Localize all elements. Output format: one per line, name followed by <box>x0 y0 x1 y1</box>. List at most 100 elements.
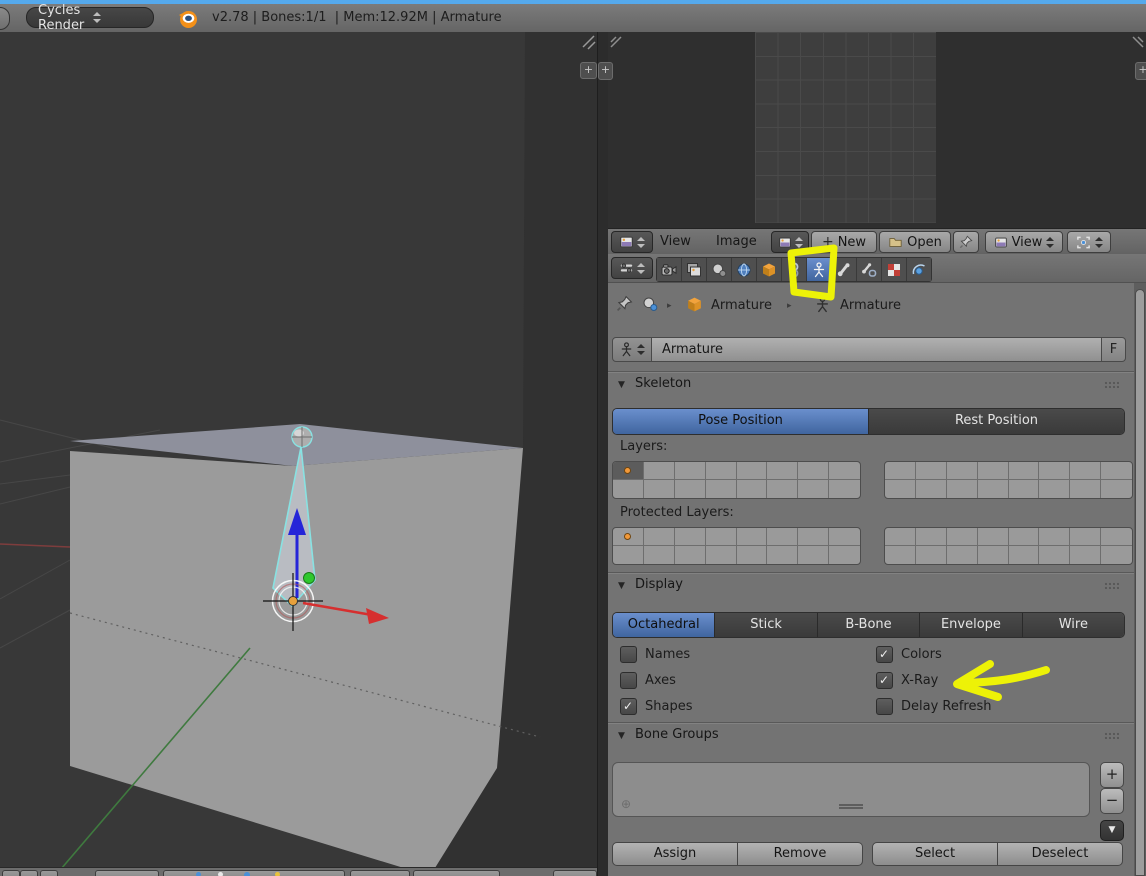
partial-header-button[interactable] <box>2 870 20 876</box>
layer-cell[interactable] <box>977 528 1009 546</box>
pivot-dropdown[interactable] <box>1067 231 1111 253</box>
layer-cell[interactable] <box>767 480 799 498</box>
partial-header-button[interactable] <box>553 870 597 876</box>
layer-cell[interactable] <box>1070 462 1102 480</box>
list-resize-grip[interactable] <box>839 804 863 809</box>
area-corner-widget[interactable] <box>609 35 623 49</box>
layer-cell[interactable] <box>978 546 1009 564</box>
uv-image-editor[interactable]: + <box>608 32 1146 228</box>
breadcrumb-data[interactable]: Armature <box>840 298 901 313</box>
editor-type-dropdown[interactable] <box>611 257 653 279</box>
image-menu[interactable]: Image <box>716 234 757 249</box>
scrollbar-thumb[interactable] <box>1135 289 1145 876</box>
layer-cell[interactable] <box>1009 546 1040 564</box>
layer-cell[interactable] <box>829 546 860 564</box>
layer-cell[interactable] <box>613 480 644 498</box>
stick-button[interactable]: Stick <box>715 613 818 637</box>
layer-cell[interactable] <box>885 462 916 480</box>
viewport-expand-plus-button[interactable]: + <box>580 62 597 79</box>
pin-button[interactable] <box>953 231 979 253</box>
layer-cell[interactable] <box>737 546 768 564</box>
layer-cell[interactable] <box>947 546 978 564</box>
layer-cell[interactable] <box>736 528 768 546</box>
layer-cell[interactable] <box>705 462 737 480</box>
layer-cell[interactable] <box>829 480 860 498</box>
pose-position-button[interactable]: Pose Position <box>613 409 869 434</box>
tab-bone[interactable] <box>832 258 857 281</box>
layer-cell[interactable] <box>705 528 737 546</box>
names-checkbox[interactable]: ✓ <box>620 646 637 663</box>
shapes-checkbox[interactable]: ✓ <box>620 698 637 715</box>
layer-cell[interactable] <box>798 546 830 564</box>
layer-cell[interactable] <box>798 462 830 480</box>
area-corner-widget[interactable] <box>1131 35 1145 49</box>
assign-button[interactable]: Assign <box>612 842 738 866</box>
layer-cell[interactable] <box>674 528 706 546</box>
layer-cell[interactable] <box>1008 528 1040 546</box>
breadcrumb-object[interactable]: Armature <box>711 298 772 313</box>
layer-cell[interactable] <box>885 480 916 498</box>
display-panel-title[interactable]: Display <box>635 577 683 592</box>
tab-object[interactable] <box>757 258 782 281</box>
object-icon[interactable] <box>686 296 703 313</box>
open-image-button[interactable]: Open <box>879 231 951 253</box>
layer-cell[interactable] <box>946 462 978 480</box>
pin-icon[interactable] <box>616 295 633 312</box>
layer-cell[interactable] <box>1101 546 1132 564</box>
select-button[interactable]: Select <box>872 842 998 866</box>
skeleton-panel-title[interactable]: Skeleton <box>635 376 691 391</box>
view-menu[interactable]: View <box>660 234 691 249</box>
layer-cell[interactable] <box>1070 528 1102 546</box>
layer-cell[interactable] <box>1039 462 1071 480</box>
tab-object-constraints[interactable] <box>782 258 807 281</box>
tab-physics[interactable] <box>907 258 931 281</box>
layer-cell[interactable] <box>977 462 1009 480</box>
layer-cell[interactable] <box>736 462 768 480</box>
partial-header-button[interactable] <box>20 870 38 876</box>
layer-cell[interactable] <box>1101 480 1132 498</box>
layer-cell[interactable] <box>644 546 675 564</box>
fake-user-button[interactable]: F <box>1102 337 1126 362</box>
layer-cell[interactable] <box>1008 462 1040 480</box>
layer-cell[interactable] <box>643 462 675 480</box>
bone-tail-handle[interactable] <box>303 572 315 584</box>
remove-bone-group-button[interactable]: − <box>1100 788 1124 814</box>
layer-cell[interactable] <box>1039 546 1071 564</box>
layer-cell[interactable] <box>915 528 947 546</box>
layer-cell[interactable] <box>737 480 768 498</box>
editor-type-dropdown[interactable] <box>611 231 653 253</box>
panel-drag-grip[interactable] <box>1104 381 1119 388</box>
scene-icon[interactable] <box>642 296 658 312</box>
view-mode-dropdown[interactable]: View <box>985 231 1063 253</box>
colors-checkbox[interactable]: ✓ <box>876 646 893 663</box>
image-browse-dropdown[interactable] <box>771 231 809 253</box>
partial-header-button[interactable] <box>413 870 500 876</box>
armature-id-dropdown[interactable] <box>612 337 652 362</box>
delay-refresh-checkbox[interactable]: ✓ <box>876 698 893 715</box>
remove-button[interactable]: Remove <box>738 842 863 866</box>
add-bone-group-button[interactable]: + <box>1100 762 1124 788</box>
bone-groups-list[interactable]: ⊕ <box>612 762 1090 817</box>
layer-cell[interactable] <box>675 546 706 564</box>
layer-cell[interactable] <box>798 528 830 546</box>
deselect-button[interactable]: Deselect <box>998 842 1123 866</box>
layer-cell[interactable] <box>885 528 916 546</box>
editor-type-button-partial[interactable] <box>0 7 10 30</box>
partial-header-button[interactable] <box>40 870 58 876</box>
collapse-triangle-icon[interactable]: ▼ <box>618 581 625 591</box>
layer-cell[interactable] <box>916 546 947 564</box>
bbone-button[interactable]: B-Bone <box>817 613 921 637</box>
bone-group-specials-dropdown[interactable]: ▼ <box>1100 820 1124 841</box>
collapse-triangle-icon[interactable]: ▼ <box>618 731 625 741</box>
layer-cell[interactable] <box>613 462 644 480</box>
layer-cell[interactable] <box>1039 528 1071 546</box>
layer-cell[interactable] <box>1009 480 1040 498</box>
envelope-button[interactable]: Envelope <box>920 613 1023 637</box>
partial-header-button[interactable] <box>95 870 159 876</box>
axes-checkbox[interactable]: ✓ <box>620 672 637 689</box>
layer-cell[interactable] <box>674 462 706 480</box>
3d-viewport[interactable]: + <box>0 32 597 876</box>
layer-cell[interactable] <box>1070 546 1102 564</box>
tab-render[interactable] <box>657 258 682 281</box>
tab-bone-constraints[interactable] <box>857 258 882 281</box>
